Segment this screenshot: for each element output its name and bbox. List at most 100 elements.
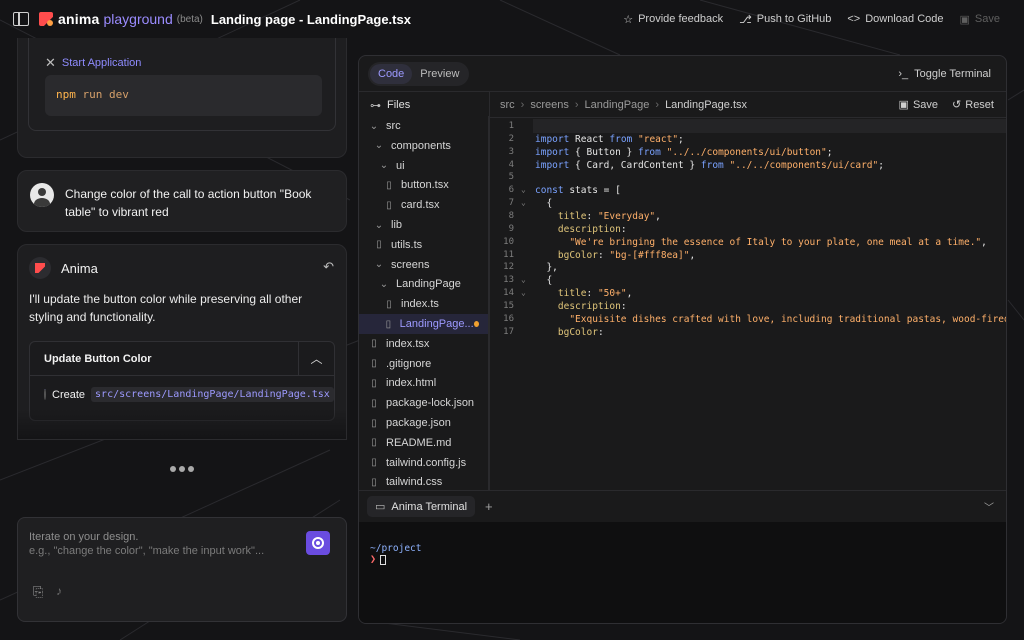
file-icon: ▯ — [386, 199, 392, 211]
download-code-label: Download Code — [865, 13, 944, 25]
tree-file[interactable]: ▯ card.tsx — [359, 195, 488, 215]
tree-file[interactable]: ▯ README.md — [359, 433, 488, 453]
file-icon: ▯ — [385, 318, 392, 330]
microphone-icon[interactable]: ♪ — [56, 584, 62, 598]
chevron-down-icon[interactable]: ﹀ — [984, 499, 994, 514]
tab-code[interactable]: Code — [370, 64, 413, 84]
tree-item-label: index.ts — [401, 298, 439, 311]
tree-folder[interactable]: ⌄ screens — [359, 255, 488, 275]
tree-folder[interactable]: ⌄ components — [359, 136, 488, 156]
tab-preview[interactable]: Preview — [412, 64, 467, 84]
prompt-placeholder-example: e.g., "change the color", "make the inpu… — [29, 545, 265, 557]
tree-file[interactable]: ▯ package.json — [359, 413, 488, 433]
breadcrumb-item[interactable]: src — [500, 99, 515, 111]
typing-indicator — [170, 466, 194, 472]
close-icon[interactable]: ✕ — [45, 55, 56, 71]
file-icon: ▯ — [371, 476, 377, 488]
reset-label: Reset — [965, 98, 994, 111]
tree-file[interactable]: ▯ index.tsx — [359, 334, 488, 354]
tab-anima-terminal[interactable]: ▭ Anima Terminal — [367, 496, 476, 517]
tree-file[interactable]: ▯ tailwind.css — [359, 472, 488, 490]
tree-item-label: card.tsx — [401, 199, 440, 212]
file-icon: ▯ — [371, 457, 377, 469]
push-to-github-label: Push to GitHub — [756, 13, 832, 25]
tree-file[interactable]: ▯ utils.ts — [359, 235, 488, 255]
terminal-prompt: ❯ — [370, 554, 377, 565]
tree-file[interactable]: ▯ LandingPage... — [359, 314, 488, 334]
breadcrumb-current: LandingPage.tsx — [665, 98, 748, 111]
add-terminal-icon[interactable]: + — [485, 499, 493, 514]
line-number: 4 — [508, 159, 514, 170]
prompt-input[interactable]: Iterate on your design. e.g., "change th… — [17, 517, 347, 622]
collapse-chevron-icon[interactable]: ︿ — [298, 341, 334, 376]
tree-item-label: package.json — [386, 417, 451, 429]
tree-file[interactable]: ▯ package-lock.json — [359, 393, 488, 413]
chevron-right-icon: › — [655, 98, 660, 111]
tree-file[interactable]: ▯ .gitignore — [359, 354, 488, 374]
fold-chevron-icon[interactable]: ⌄ — [521, 198, 526, 207]
tree-file[interactable]: ▯ tailwind.config.js — [359, 453, 488, 473]
reset-button[interactable]: ↺ Reset — [952, 98, 994, 112]
tree-folder[interactable]: ⌄ LandingPage — [359, 274, 488, 294]
attach-icon[interactable]: ⎘ — [33, 584, 43, 600]
fold-chevron-icon[interactable]: ⌄ — [521, 275, 526, 284]
anima-avatar-icon — [29, 257, 51, 279]
chevron-down-icon: ⌄ — [379, 278, 389, 290]
breadcrumb-item[interactable]: screens — [530, 99, 569, 111]
tree-file[interactable]: ▯ button.tsx — [359, 175, 488, 195]
chevron-down-icon: ⌄ — [374, 140, 384, 152]
sidebar-toggle-icon[interactable] — [13, 12, 29, 26]
line-number: 16 — [503, 313, 514, 324]
code-line: import { Button } from "../../components… — [535, 146, 833, 158]
toggle-terminal-button[interactable]: ›_ Toggle Terminal — [898, 68, 991, 80]
breadcrumb-item[interactable]: LandingPage — [585, 99, 650, 111]
code-line: bgColor: — [557, 326, 604, 338]
save-button[interactable]: ▣ Save — [960, 13, 1000, 26]
code-line: description: — [557, 223, 627, 235]
modified-dot — [473, 321, 479, 327]
command-bin: npm — [56, 88, 76, 101]
command-block: npm run dev — [45, 75, 322, 116]
file-icon: ▯ — [386, 179, 392, 191]
assistant-message: Anima ↶ I'll update the button color whi… — [17, 244, 347, 440]
task-title: Update Button Color — [44, 352, 152, 365]
terminal[interactable]: ~/project ❯ — [359, 522, 1006, 623]
code-area[interactable]: 1 2 import React from "react"; 3 import { Bu… — [490, 118, 1006, 490]
chevron-right-icon: › — [574, 98, 579, 111]
chevron-down-icon: ⌄ — [379, 160, 389, 172]
tree-item-label: LandingPage... — [399, 318, 474, 330]
editor-save-button[interactable]: ▣ Save — [899, 98, 938, 112]
download-code-button[interactable]: <> Download Code — [847, 13, 943, 25]
tree-file[interactable]: ▯ index.ts — [359, 294, 488, 314]
chevron-right-icon: › — [520, 98, 525, 111]
task-path: src/screens/LandingPage/LandingPage.tsx — [91, 387, 334, 402]
tree-item-label: .gitignore — [386, 357, 432, 370]
page-title: Landing page - LandingPage.tsx — [210, 11, 411, 27]
line-number: 9 — [508, 223, 514, 234]
tree-folder[interactable]: ⌄ lib — [359, 215, 488, 235]
code-line: title: "Everyday", — [557, 210, 661, 222]
prompt-placeholder: Iterate on your design. — [29, 531, 139, 543]
file-icon: ▯ — [371, 358, 377, 370]
assistant-message-text: I'll update the button color while prese… — [29, 292, 303, 324]
fold-chevron-icon[interactable]: ⌄ — [521, 288, 526, 297]
fold-chevron-icon[interactable]: ⌄ — [521, 185, 526, 194]
provide-feedback-button[interactable]: ☆ Provide feedback — [623, 13, 723, 26]
push-to-github-button[interactable]: ⎇ Push to GitHub — [739, 13, 831, 26]
files-header: ⊶ Files — [359, 92, 489, 118]
send-button[interactable] — [306, 531, 330, 555]
line-number: 6 — [508, 185, 514, 196]
code-line: title: "50+", — [557, 288, 633, 300]
tree-file[interactable]: ▯ index.html — [359, 373, 488, 393]
tree-folder[interactable]: ⌄ src — [359, 116, 488, 136]
line-number: 13 — [503, 275, 514, 286]
line-number: 1 — [508, 121, 514, 131]
tree-folder[interactable]: ⌄ ui — [359, 156, 488, 176]
user-avatar — [30, 183, 54, 207]
send-icon — [312, 537, 324, 549]
line-number: 11 — [503, 249, 514, 260]
file-icon: ▯ — [371, 338, 377, 350]
code-line: bgColor: "bg-[#fff8ea]", — [557, 249, 696, 261]
start-application-link[interactable]: ✕ Start Application — [45, 55, 141, 71]
undo-icon[interactable]: ↶ — [323, 259, 334, 275]
